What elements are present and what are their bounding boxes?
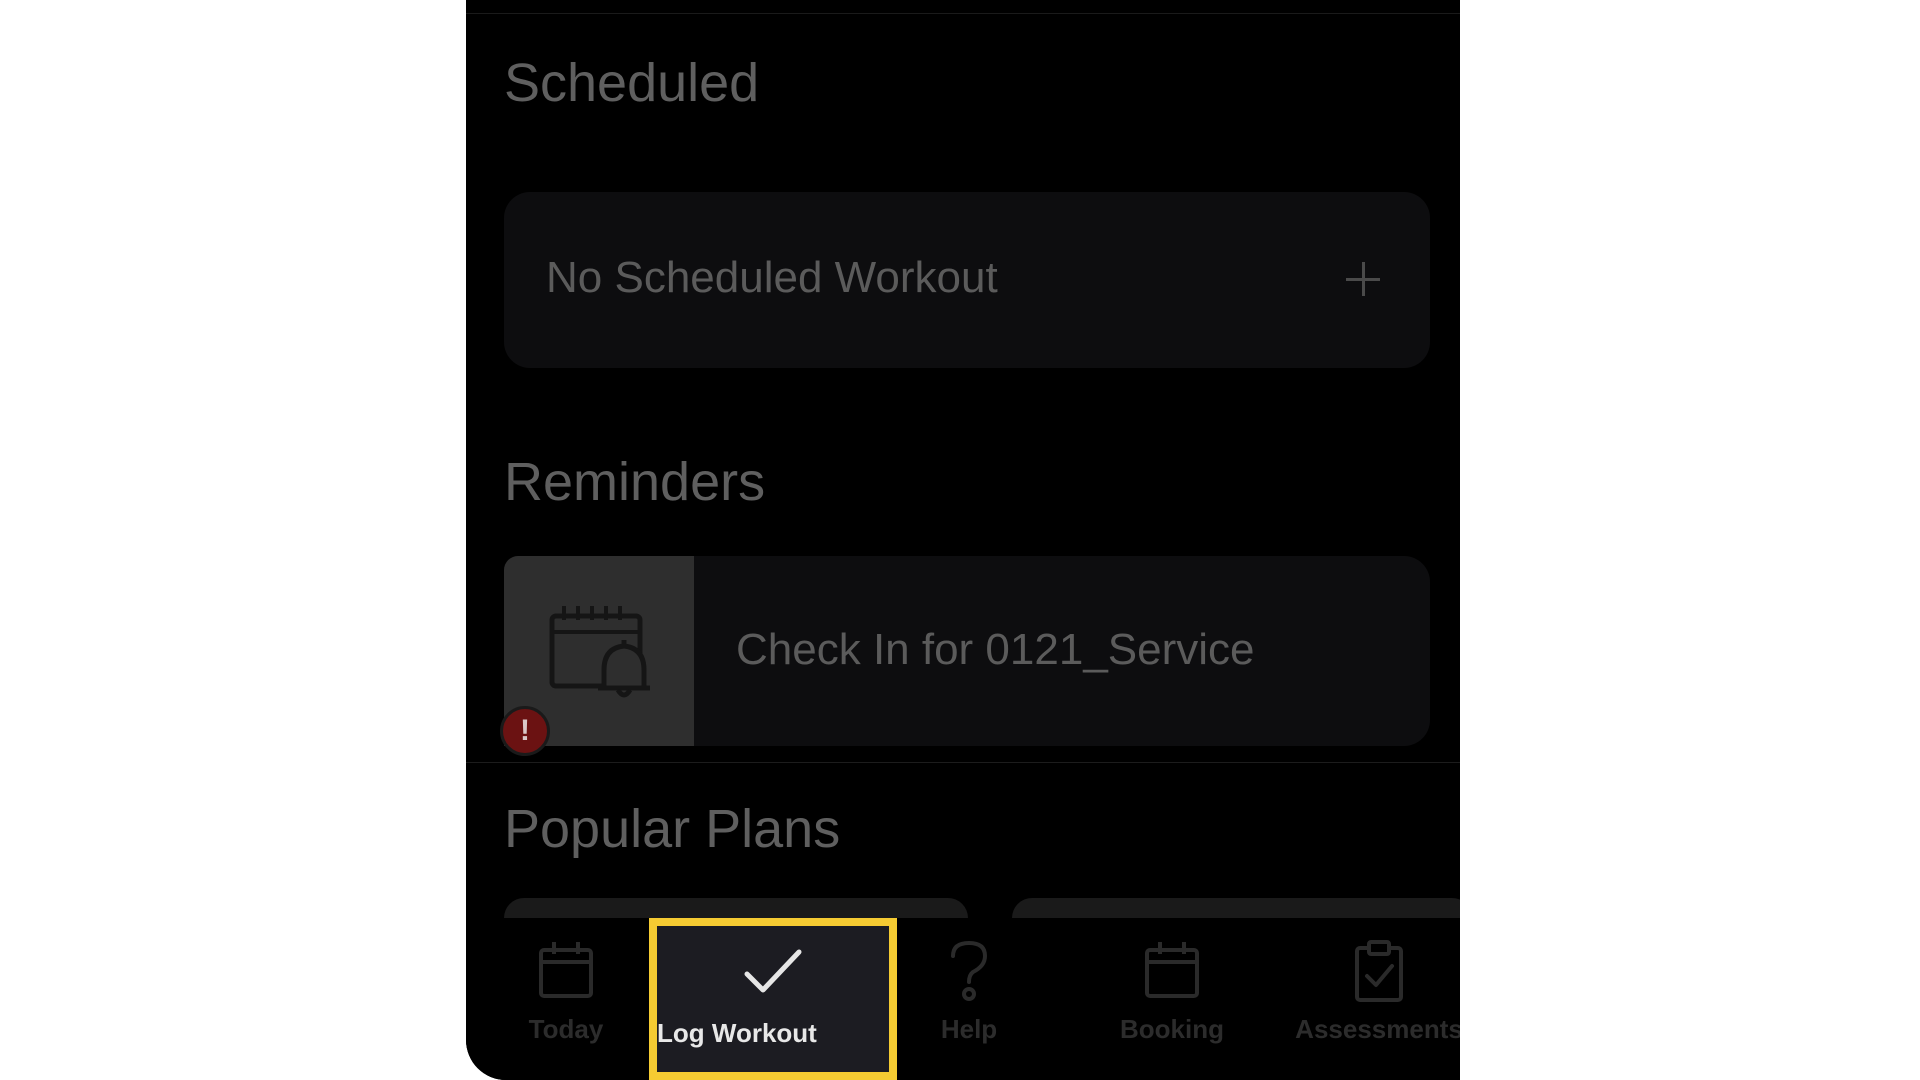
divider bbox=[466, 762, 1460, 763]
tab-today-label: Today bbox=[528, 1014, 604, 1044]
scheduled-workout-card[interactable]: No Scheduled Workout bbox=[504, 192, 1430, 368]
alert-badge: ! bbox=[500, 706, 550, 756]
reminders-heading: Reminders bbox=[504, 452, 766, 512]
scheduled-heading: Scheduled bbox=[504, 53, 760, 113]
calendar-bell-icon bbox=[549, 606, 650, 698]
app-screen: Scheduled No Scheduled Workout Reminders… bbox=[466, 0, 1460, 1080]
calendar-icon bbox=[1145, 942, 1199, 998]
tab-log-workout[interactable]: Log Workout bbox=[649, 918, 897, 1080]
tab-help[interactable]: Help bbox=[869, 918, 1069, 1080]
tab-assessments-label: Assessments bbox=[1295, 1014, 1460, 1044]
no-scheduled-workout-text: No Scheduled Workout bbox=[546, 253, 998, 302]
tab-log-workout-label: Log Workout bbox=[657, 1018, 817, 1048]
tab-help-label: Help bbox=[940, 1014, 998, 1044]
tab-today[interactable]: Today bbox=[466, 918, 666, 1080]
tab-booking-label: Booking bbox=[1120, 1014, 1224, 1044]
tab-assessments[interactable]: Assessments bbox=[1274, 918, 1460, 1080]
checkmark-icon bbox=[744, 949, 802, 993]
clipboard-check-icon bbox=[1355, 940, 1403, 1002]
plus-icon[interactable] bbox=[1346, 262, 1380, 296]
tab-booking[interactable]: Booking bbox=[1072, 918, 1272, 1080]
popular-plans-heading: Popular Plans bbox=[504, 799, 841, 859]
reminder-item[interactable]: Check In for 0121_Service bbox=[504, 556, 1430, 746]
calendar-icon bbox=[539, 942, 593, 998]
question-icon bbox=[951, 940, 988, 1001]
bottom-tab-bar: Today Log Workout Help Booking Assessmen… bbox=[466, 918, 1460, 1080]
divider bbox=[466, 13, 1460, 14]
reminder-text: Check In for 0121_Service bbox=[736, 625, 1255, 674]
